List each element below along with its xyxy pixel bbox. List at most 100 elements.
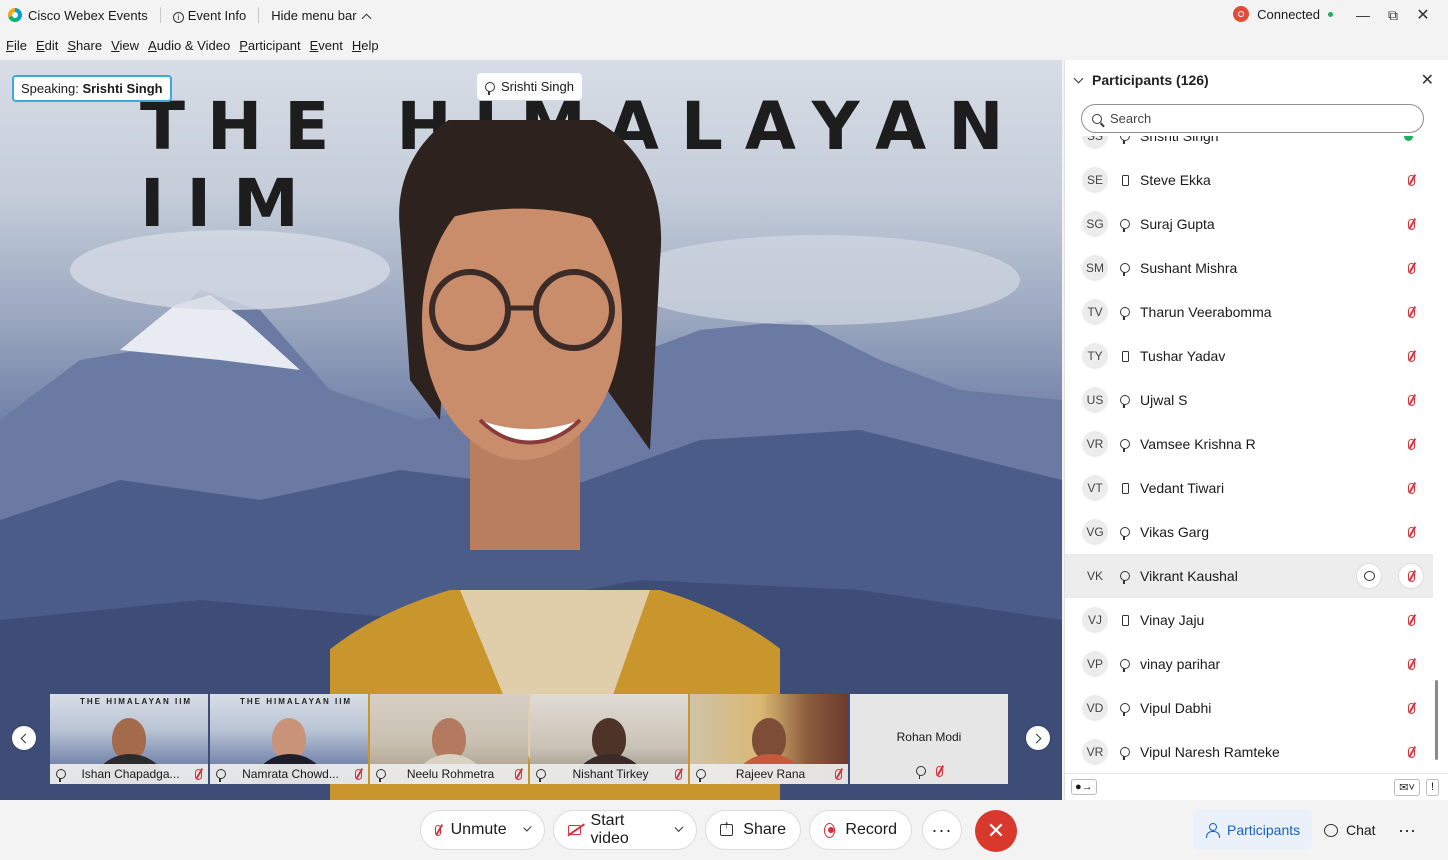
- event-info-button[interactable]: i Event Info: [172, 8, 246, 23]
- tile-name-bar: Namrata Chowd...: [210, 764, 368, 784]
- panel-status-toggle[interactable]: ●→: [1071, 779, 1097, 795]
- filmstrip-tile[interactable]: THE HIMALAYAN IIM Namrata Chowd...: [210, 694, 368, 784]
- participant-row[interactable]: SS Srishti Singh: [1065, 136, 1433, 158]
- filmstrip-tile[interactable]: Neelu Rohmetra: [370, 694, 528, 784]
- muted-mic-icon[interactable]: [1408, 350, 1415, 362]
- headset-icon: [1120, 747, 1130, 760]
- participant-row[interactable]: SM Sushant Mishra: [1065, 246, 1433, 290]
- tab-chat[interactable]: Chat: [1312, 810, 1388, 850]
- search-box[interactable]: [1081, 104, 1424, 133]
- participant-name: Vikrant Kaushal: [1140, 568, 1238, 584]
- menu-audio-video[interactable]: Audio & Video: [148, 38, 230, 53]
- avatar: VG: [1082, 519, 1108, 545]
- muted-mic-icon[interactable]: [1408, 438, 1415, 450]
- raise-hand-menu-button[interactable]: ✉˅: [1394, 779, 1420, 796]
- participant-row[interactable]: TY Tushar Yadav: [1065, 334, 1433, 378]
- muted-mic-icon[interactable]: [1408, 394, 1415, 406]
- muted-mic-icon[interactable]: [1408, 262, 1415, 274]
- more-options-button[interactable]: ···: [922, 810, 962, 850]
- tab-participants[interactable]: Participants: [1193, 810, 1313, 850]
- participant-row[interactable]: SE Steve Ekka: [1065, 158, 1433, 202]
- unmute-label: Unmute: [450, 821, 507, 838]
- headset-icon: [1120, 307, 1130, 320]
- muted-mic-icon[interactable]: [1408, 526, 1415, 538]
- participant-row[interactable]: VG Vikas Garg: [1065, 510, 1433, 554]
- participant-name: Sushant Mishra: [1140, 260, 1238, 276]
- minimize-button[interactable]: —: [1348, 0, 1378, 30]
- close-panel-button[interactable]: ✕: [1421, 70, 1434, 90]
- search-input[interactable]: [1110, 111, 1410, 126]
- mute-participant-button[interactable]: [1398, 563, 1424, 589]
- participant-row[interactable]: US Ujwal S: [1065, 378, 1433, 422]
- leave-meeting-button[interactable]: ✕: [975, 810, 1017, 852]
- unmute-button[interactable]: Unmute: [420, 810, 545, 850]
- filmstrip-prev-button[interactable]: [12, 726, 36, 750]
- participant-row[interactable]: VK Vikrant Kaushal: [1065, 554, 1433, 598]
- scrollbar-thumb[interactable]: [1435, 680, 1438, 760]
- hide-menu-bar-button[interactable]: Hide menu bar: [271, 8, 371, 23]
- control-bar: Unmute Start video Share Record ··· ✕ Pa…: [0, 800, 1448, 860]
- panel-more-button[interactable]: ···: [1386, 810, 1428, 850]
- menu-share[interactable]: Share: [67, 38, 102, 53]
- muted-mic-icon[interactable]: [1408, 306, 1415, 318]
- participant-name: Vamsee Krishna R: [1140, 436, 1256, 452]
- device-slot: [1120, 482, 1130, 494]
- participant-row[interactable]: VT Vedant Tiwari: [1065, 466, 1433, 510]
- headset-icon: [1120, 571, 1130, 584]
- participant-row[interactable]: VR Vipul Naresh Ramteke: [1065, 730, 1433, 766]
- participant-name: Tharun Veerabomma: [1140, 304, 1272, 320]
- tile-name-bar: Rajeev Rana: [690, 764, 848, 784]
- muted-mic-icon[interactable]: [1408, 174, 1415, 186]
- menu-event[interactable]: Event: [310, 38, 343, 53]
- muted-mic-icon[interactable]: [1408, 702, 1415, 714]
- participants-header[interactable]: Participants (126): [1065, 60, 1448, 100]
- avatar: VJ: [1082, 607, 1108, 633]
- filmstrip-tile[interactable]: Rohan Modi: [850, 694, 1008, 784]
- device-slot: [1120, 659, 1130, 672]
- chat-participant-button[interactable]: [1356, 563, 1382, 589]
- filmstrip-tile[interactable]: Nishant Tirkey: [530, 694, 688, 784]
- participant-row[interactable]: VR Vamsee Krishna R: [1065, 422, 1433, 466]
- more-icon: ···: [931, 819, 953, 840]
- webex-logo-icon: [8, 8, 22, 22]
- headset-icon: [536, 769, 546, 782]
- muted-mic-icon: [195, 768, 202, 780]
- menu-file[interactable]: File: [6, 38, 27, 53]
- tile-name-bar: Ishan Chapadga...: [50, 764, 208, 784]
- tile-name-bar: Nishant Tirkey: [530, 764, 688, 784]
- headset-icon: [1120, 263, 1130, 276]
- connection-icon: [1233, 6, 1250, 22]
- chat-icon: [1324, 823, 1338, 837]
- menu-help[interactable]: Help: [352, 38, 379, 53]
- muted-mic-icon[interactable]: [1408, 218, 1415, 230]
- filmstrip-next-button[interactable]: [1026, 726, 1050, 750]
- muted-mic-icon[interactable]: [1408, 746, 1415, 758]
- menu-participant[interactable]: Participant: [239, 38, 300, 53]
- participant-row[interactable]: VJ Vinay Jaju: [1065, 598, 1433, 642]
- maximize-button[interactable]: ⧉: [1378, 0, 1408, 30]
- filmstrip-tile[interactable]: THE HIMALAYAN IIM Ishan Chapadga...: [50, 694, 208, 784]
- muted-mic-icon[interactable]: [1408, 482, 1415, 494]
- chevron-down-icon[interactable]: [674, 822, 684, 832]
- participant-list[interactable]: SS Srishti Singh SE Steve Ekka SG Suraj Gup…: [1065, 136, 1435, 766]
- participants-icon: [1205, 823, 1220, 838]
- record-button[interactable]: Record: [809, 810, 912, 850]
- start-video-button[interactable]: Start video: [553, 810, 697, 850]
- participant-row[interactable]: SG Suraj Gupta: [1065, 202, 1433, 246]
- connection-status[interactable]: Connected: [1233, 6, 1333, 22]
- participant-row[interactable]: VP vinay parihar: [1065, 642, 1433, 686]
- share-button[interactable]: Share: [705, 810, 801, 850]
- menu-view[interactable]: View: [111, 38, 139, 53]
- filmstrip-tile[interactable]: Rajeev Rana: [690, 694, 848, 784]
- muted-mic-icon[interactable]: [1408, 614, 1415, 626]
- avatar: SG: [1082, 211, 1108, 237]
- tile-name: Rohan Modi: [896, 730, 962, 744]
- participant-row[interactable]: VD Vipul Dabhi: [1065, 686, 1433, 730]
- alert-button[interactable]: !: [1425, 779, 1439, 796]
- start-video-label: Start video: [590, 812, 629, 847]
- participant-row[interactable]: TV Tharun Veerabomma: [1065, 290, 1433, 334]
- close-window-button[interactable]: ✕: [1408, 0, 1438, 30]
- menu-edit[interactable]: Edit: [36, 38, 58, 53]
- muted-mic-icon[interactable]: [1408, 658, 1415, 670]
- chevron-down-icon[interactable]: [522, 822, 532, 832]
